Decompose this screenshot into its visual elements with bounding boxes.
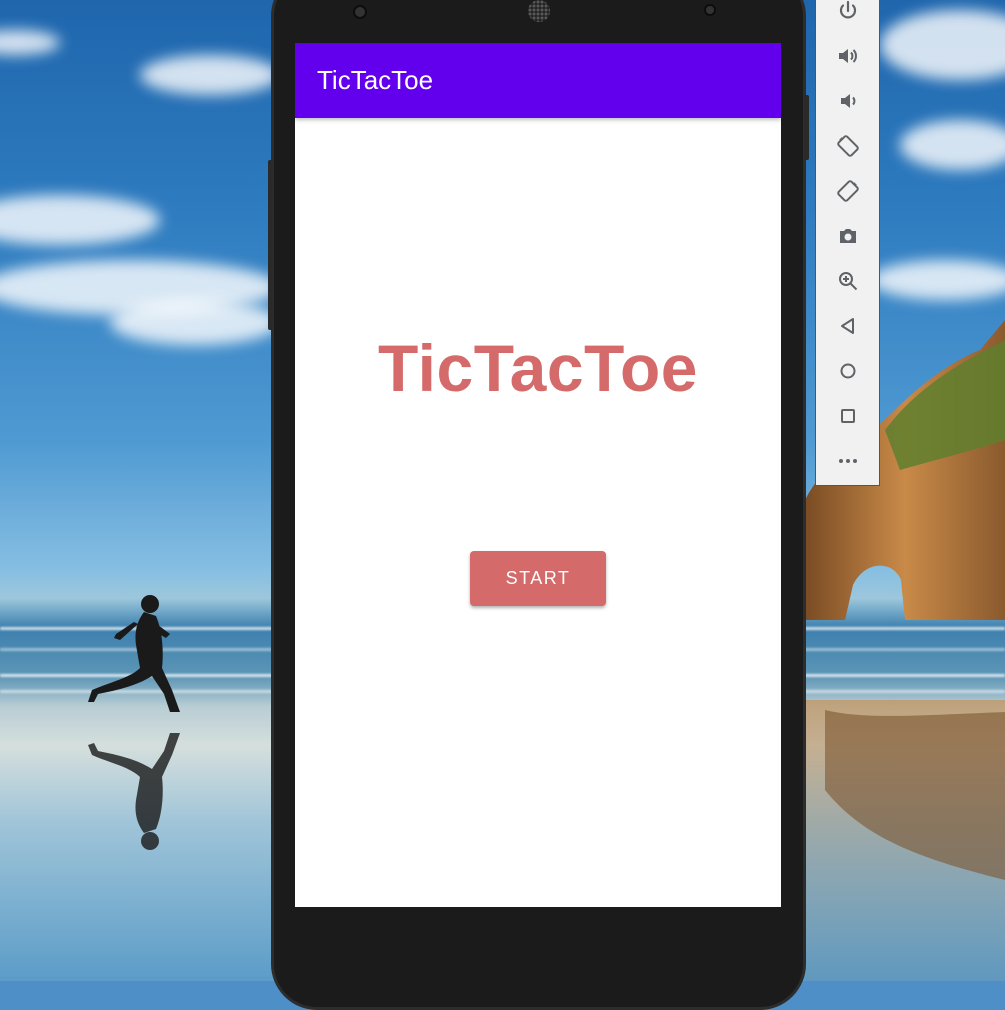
app-bar: TicTacToe [295,43,781,118]
overview-button[interactable] [816,396,879,436]
device-side-button [268,160,273,330]
more-button[interactable] [816,441,879,481]
volume-down-icon [840,94,855,108]
volume-up-button[interactable] [816,36,879,76]
runner-silhouette [88,595,180,850]
back-button[interactable] [816,306,879,346]
screenshot-button[interactable] [816,216,879,256]
proximity-sensor [704,4,716,16]
home-button[interactable] [816,351,879,391]
app-bar-title: TicTacToe [317,65,434,95]
front-camera [353,5,367,19]
back-icon [840,318,854,334]
zoom-button[interactable] [816,261,879,301]
camera-icon [839,229,856,243]
app-screen: TicTacToe TicTacToe START [295,43,781,907]
zoom-icon [838,272,857,291]
volume-down-button[interactable] [816,81,879,121]
earpiece-speaker [528,0,550,22]
rotate-left-icon [836,135,859,157]
emulator-toolbar [815,0,880,486]
power-icon [839,0,856,19]
rotate-left-button[interactable] [816,126,879,166]
more-icon [838,459,857,463]
device-power-button [804,95,809,160]
overview-icon [840,409,855,423]
home-icon [840,363,855,379]
rotate-right-button[interactable] [816,171,879,211]
game-title: TicTacToe [378,331,698,405]
start-button[interactable]: START [470,551,606,606]
rotate-right-icon [836,180,859,202]
power-button[interactable] [816,0,879,31]
volume-up-icon [838,49,857,63]
